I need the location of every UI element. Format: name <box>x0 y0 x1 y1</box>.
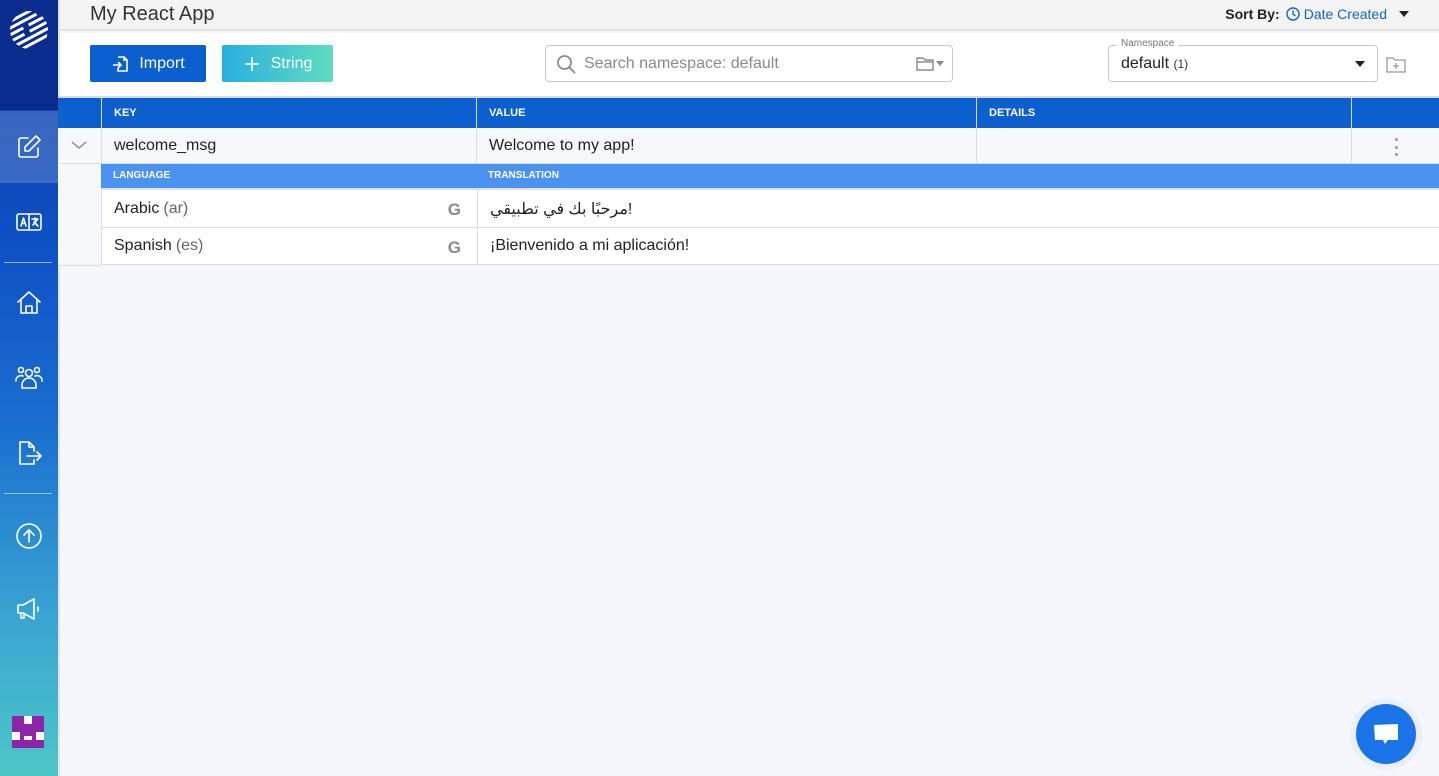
import-button[interactable]: Import <box>90 45 206 82</box>
sort-dropdown[interactable]: Date Created <box>1286 6 1409 22</box>
column-header-actions <box>1351 98 1439 128</box>
sidebar-item-team[interactable] <box>0 341 58 413</box>
google-translate-icon[interactable]: G <box>448 200 461 220</box>
column-header-value[interactable]: VALUE <box>476 98 976 128</box>
folder-plus-icon <box>1386 57 1406 73</box>
home-icon <box>17 291 41 314</box>
sort-value: Date Created <box>1303 6 1387 22</box>
import-icon <box>113 55 129 72</box>
file-export-icon <box>19 441 42 465</box>
app-title: My React App <box>90 3 215 25</box>
add-namespace-button[interactable] <box>1386 55 1406 73</box>
toolbar: Import String Namespace default (1) <box>60 33 1439 96</box>
namespace-count: (1) <box>1173 57 1189 71</box>
caret-down-icon <box>1399 11 1409 17</box>
sidebar-item-editor[interactable] <box>0 111 58 183</box>
caret-down-icon <box>936 60 944 66</box>
translation-cell[interactable]: ¡Bienvenido a mi aplicación! <box>477 228 1439 264</box>
chat-bubble-icon <box>1374 724 1398 744</box>
sidebar-divider <box>4 493 52 494</box>
details-cell[interactable] <box>976 128 1351 163</box>
language-code: (ar) <box>163 199 189 217</box>
sidebar-item-announcements[interactable] <box>0 573 58 645</box>
table-row[interactable]: welcome_msg Welcome to my app! <box>58 128 1439 164</box>
sidebar-item-translate[interactable] <box>0 186 58 258</box>
translations-header: LANGUAGE TRANSLATION <box>101 164 1439 190</box>
actions-cell <box>1351 128 1439 163</box>
sidebar-item-export[interactable] <box>0 417 58 489</box>
clock-icon <box>1286 7 1300 21</box>
top-bar: My React App Sort By: Date Created <box>60 0 1439 31</box>
sidebar-item-upgrade[interactable] <box>0 500 58 572</box>
language-cell: Spanish (es) G <box>102 228 477 264</box>
search-input[interactable] <box>584 54 904 73</box>
folder-icon <box>916 57 934 71</box>
translation-cell[interactable]: مرحبًا بك في تطبيقي! <box>477 190 1439 227</box>
sort-label: Sort By: <box>1225 6 1280 22</box>
strings-table: KEY VALUE DETAILS welcome_msg Welcome to… <box>58 96 1439 266</box>
value-cell[interactable]: Welcome to my app! <box>476 128 976 163</box>
logo[interactable] <box>0 0 58 110</box>
namespace-select[interactable]: Namespace default (1) <box>1108 38 1378 82</box>
sidebar-divider <box>4 262 52 263</box>
identicon-avatar-icon <box>12 716 44 748</box>
arrow-up-circle-icon <box>16 523 42 549</box>
google-translate-icon[interactable]: G <box>448 238 461 258</box>
add-string-label: String <box>270 54 313 72</box>
caret-down-icon <box>1355 61 1365 67</box>
sidebar <box>0 0 58 776</box>
column-header-details[interactable]: DETAILS <box>976 98 1351 128</box>
megaphone-icon <box>17 598 39 620</box>
expand-row-button[interactable] <box>70 138 88 152</box>
sidebar-item-home[interactable] <box>0 267 58 339</box>
namespace-value: default (1) <box>1121 55 1189 72</box>
more-options-icon[interactable] <box>1391 138 1401 156</box>
key-cell[interactable]: welcome_msg <box>101 128 476 163</box>
sub-header-translation: TRANSLATION <box>488 170 559 181</box>
namespace-legend: Namespace <box>1117 38 1179 49</box>
translate-icon <box>16 213 42 231</box>
language-name: Spanish <box>114 237 172 254</box>
namespace-filter-dropdown[interactable] <box>916 55 944 71</box>
import-label: Import <box>139 54 185 72</box>
pencil-square-icon <box>18 135 41 158</box>
translation-row[interactable]: Spanish (es) G ¡Bienvenido a mi aplicaci… <box>101 228 1439 265</box>
sort-control: Sort By: Date Created <box>1225 6 1409 22</box>
language-code: (es) <box>175 237 204 254</box>
users-icon <box>15 366 43 389</box>
plus-icon <box>244 56 259 71</box>
search-icon <box>557 54 576 74</box>
translation-row[interactable]: Arabic (ar) G مرحبًا بك في تطبيقي! <box>101 190 1439 228</box>
user-avatar[interactable] <box>12 716 44 748</box>
globe-logo-icon <box>10 11 48 49</box>
add-string-button[interactable]: String <box>222 45 333 82</box>
chevron-down-icon <box>71 141 87 149</box>
chat-launcher-button[interactable] <box>1356 704 1416 764</box>
language-name: Arabic <box>114 199 160 217</box>
sub-header-language: LANGUAGE <box>113 170 171 181</box>
search-box <box>545 45 953 82</box>
row-gutter <box>58 164 101 266</box>
column-header-key[interactable]: KEY <box>101 98 476 128</box>
language-cell: Arabic (ar) G <box>102 190 477 227</box>
table-header: KEY VALUE DETAILS <box>58 96 1439 128</box>
